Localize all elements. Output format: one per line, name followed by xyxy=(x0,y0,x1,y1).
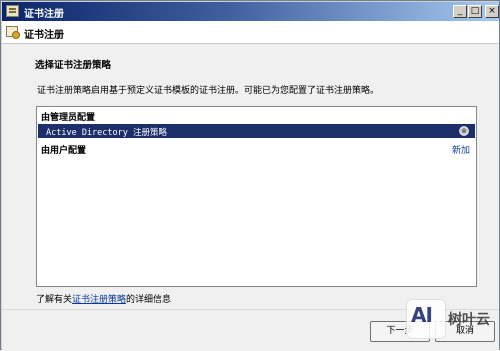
close-button[interactable]: × xyxy=(485,5,499,18)
cancel-button[interactable]: 取消 xyxy=(435,321,495,342)
wizard-content: 证书注册 选择证书注册策略 证书注册策略启用基于预定义证书模板的证书注册。可能已… xyxy=(2,21,499,351)
maximize-button[interactable]: □ xyxy=(468,5,482,18)
add-policy-link[interactable]: 新加 xyxy=(452,143,470,156)
title-bar[interactable]: 证书注册 _ □ × xyxy=(2,2,499,21)
group-header-admin: 由管理员配置 xyxy=(41,113,96,123)
policy-label: Active Directory 注册策略 xyxy=(46,128,167,138)
wizard-footer: 下一步 取消 xyxy=(2,309,499,351)
policy-row-active-directory[interactable]: Active Directory 注册策略 ⊗ xyxy=(38,124,475,138)
wizard-header: 证书注册 xyxy=(2,21,499,44)
expand-details-icon[interactable]: ⊗ xyxy=(459,126,469,136)
wizard-header-title: 证书注册 xyxy=(24,30,64,41)
certificate-enrollment-window: 证书注册 _ □ × 证书注册 选择证书注册策略 证书注册策略启用基于预定义证书… xyxy=(0,0,500,351)
group-header-user: 由用户配置 xyxy=(41,146,87,156)
learn-more-prefix: 了解有关 xyxy=(36,295,73,305)
section-title: 选择证书注册策略 xyxy=(35,60,112,71)
learn-more-link[interactable]: 证书注册策略 xyxy=(72,295,126,305)
next-button[interactable]: 下一步 xyxy=(370,321,430,342)
section-description: 证书注册策略启用基于预定义证书模板的证书注册。可能已为您配置了证书注册策略。 xyxy=(37,86,380,96)
certificate-icon xyxy=(6,5,19,17)
enrollment-policy-list[interactable]: 由管理员配置 Active Directory 注册策略 ⊗ 由用户配置 新加 xyxy=(36,106,477,287)
learn-more-text: 了解有关证书注册策略的详细信息 xyxy=(36,292,171,305)
certificate-enrollment-icon xyxy=(6,26,20,39)
minimize-button[interactable]: _ xyxy=(453,5,467,18)
window-title: 证书注册 xyxy=(24,9,64,20)
learn-more-suffix: 的详细信息 xyxy=(126,295,172,305)
